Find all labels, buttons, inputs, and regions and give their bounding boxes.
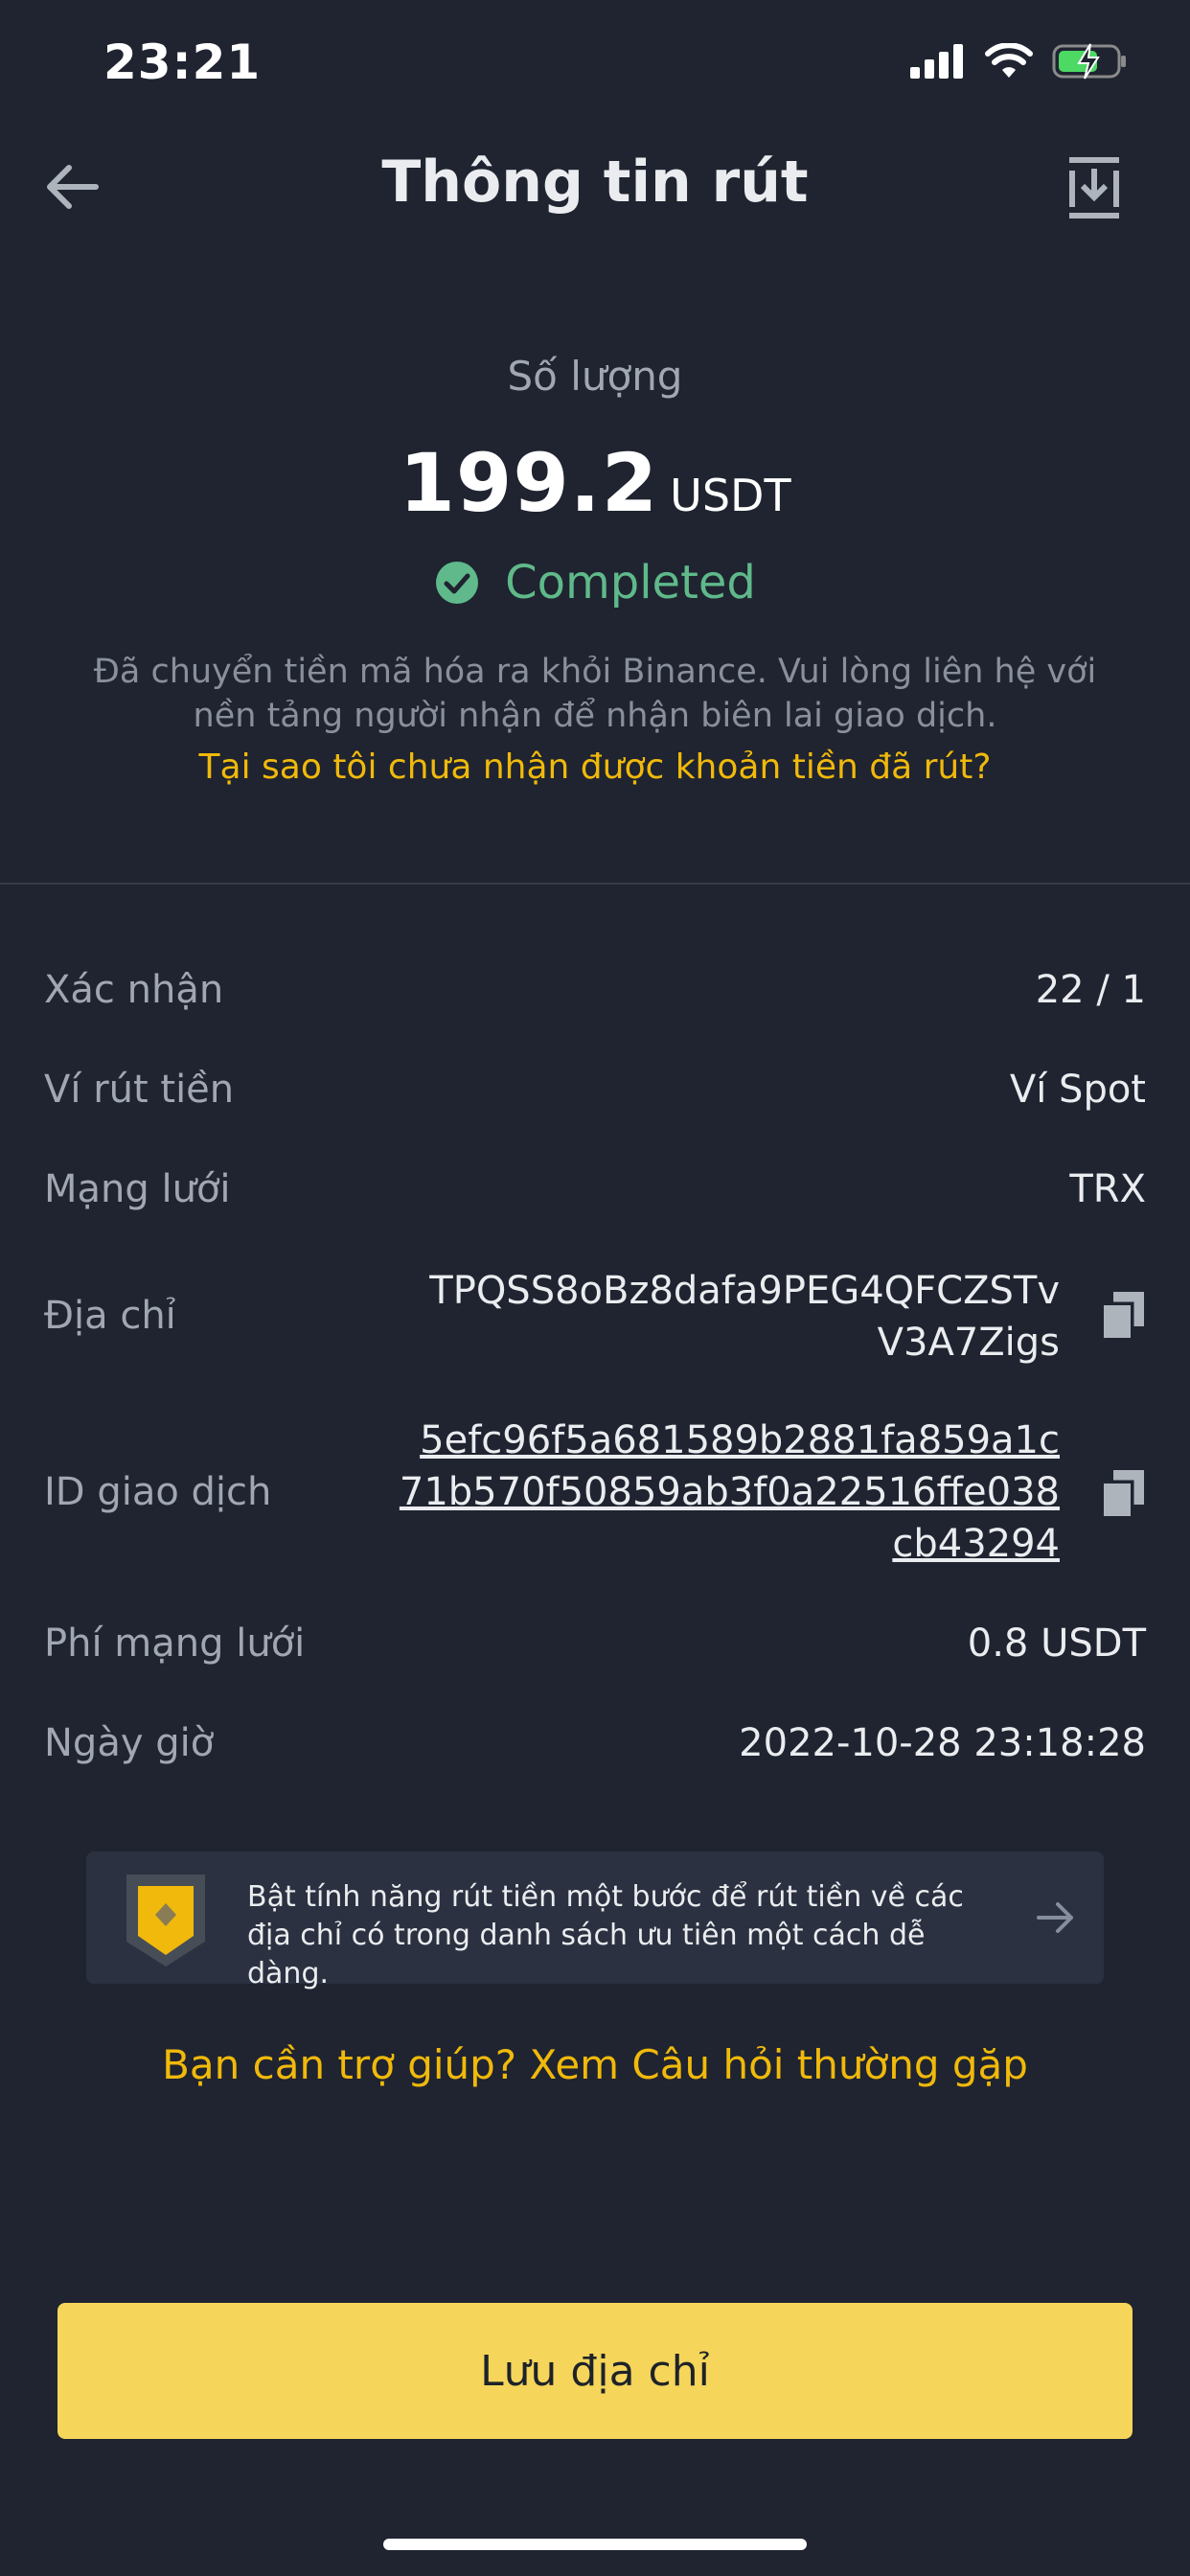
status-description: Đã chuyển tiền mã hóa ra khỏi Binance. V… (93, 653, 1097, 735)
wifi-icon (985, 43, 1033, 78)
confirm-value: 22 / 1 (1035, 968, 1146, 1012)
banner-text: Bật tính năng rút tiền một bước để rút t… (247, 1880, 964, 1990)
txid-line[interactable]: 71b570f50859ab3f0a22516ffe038 (400, 1466, 1060, 1518)
save-address-button[interactable]: Lưu địa chỉ (57, 2303, 1133, 2439)
home-indicator (383, 2539, 807, 2550)
battery-icon (1052, 43, 1126, 80)
address-label: Địa chỉ (44, 1294, 176, 1338)
one-step-withdraw-banner[interactable]: Bật tính năng rút tiền một bước để rút t… (86, 1852, 1104, 1990)
txid-line[interactable]: 5efc96f5a681589b2881fa859a1c (400, 1414, 1060, 1466)
status-text: Completed (505, 556, 756, 610)
help-faq-link[interactable]: Bạn cần trợ giúp? Xem Câu hỏi thường gặp (0, 2041, 1190, 2088)
amount-unit: USDT (670, 470, 791, 521)
confirm-label: Xác nhận (44, 968, 224, 1012)
download-icon[interactable] (1065, 153, 1123, 222)
status-time: 23:21 (103, 34, 262, 90)
quantity-label: Số lượng (507, 353, 683, 400)
fee-value: 0.8 USDT (967, 1622, 1146, 1666)
fee-label: Phí mạng lưới (44, 1622, 306, 1666)
signal-icon (910, 44, 963, 79)
txid-value[interactable]: 5efc96f5a681589b2881fa859a1c 71b570f5085… (400, 1414, 1060, 1570)
network-value: TRX (1069, 1167, 1146, 1211)
txid-label: ID giao dịch (44, 1470, 272, 1514)
copy-icon[interactable] (1100, 1290, 1146, 1340)
amount: 199.2 USDT (0, 436, 1190, 530)
arrow-right-icon[interactable] (1033, 1896, 1077, 1940)
copy-icon[interactable] (1100, 1468, 1146, 1518)
address-line: V3A7Zigs (877, 1321, 1060, 1365)
check-circle-icon (436, 562, 479, 604)
status-row: Completed (0, 556, 1190, 610)
divider (0, 883, 1190, 885)
why-not-received-link[interactable]: Tại sao tôi chưa nhận được khoản tiền đã… (0, 748, 1190, 787)
network-label: Mạng lưới (44, 1167, 231, 1211)
page-title: Thông tin rút (381, 149, 809, 216)
wallet-label: Ví rút tiền (44, 1068, 235, 1112)
shield-icon (126, 1874, 205, 1966)
txid-line[interactable]: cb43294 (400, 1518, 1060, 1570)
wallet-value: Ví Spot (1009, 1068, 1146, 1112)
address-value: TPQSS8oBz8dafa9PEG4QFCZSTv V3A7Zigs (429, 1265, 1060, 1368)
datetime-value: 2022-10-28 23:18:28 (739, 1721, 1146, 1765)
datetime-label: Ngày giờ (44, 1721, 215, 1765)
address-line: TPQSS8oBz8dafa9PEG4QFCZSTv (429, 1269, 1060, 1313)
status-icons (910, 42, 1129, 80)
amount-value: 199.2 (399, 436, 659, 530)
